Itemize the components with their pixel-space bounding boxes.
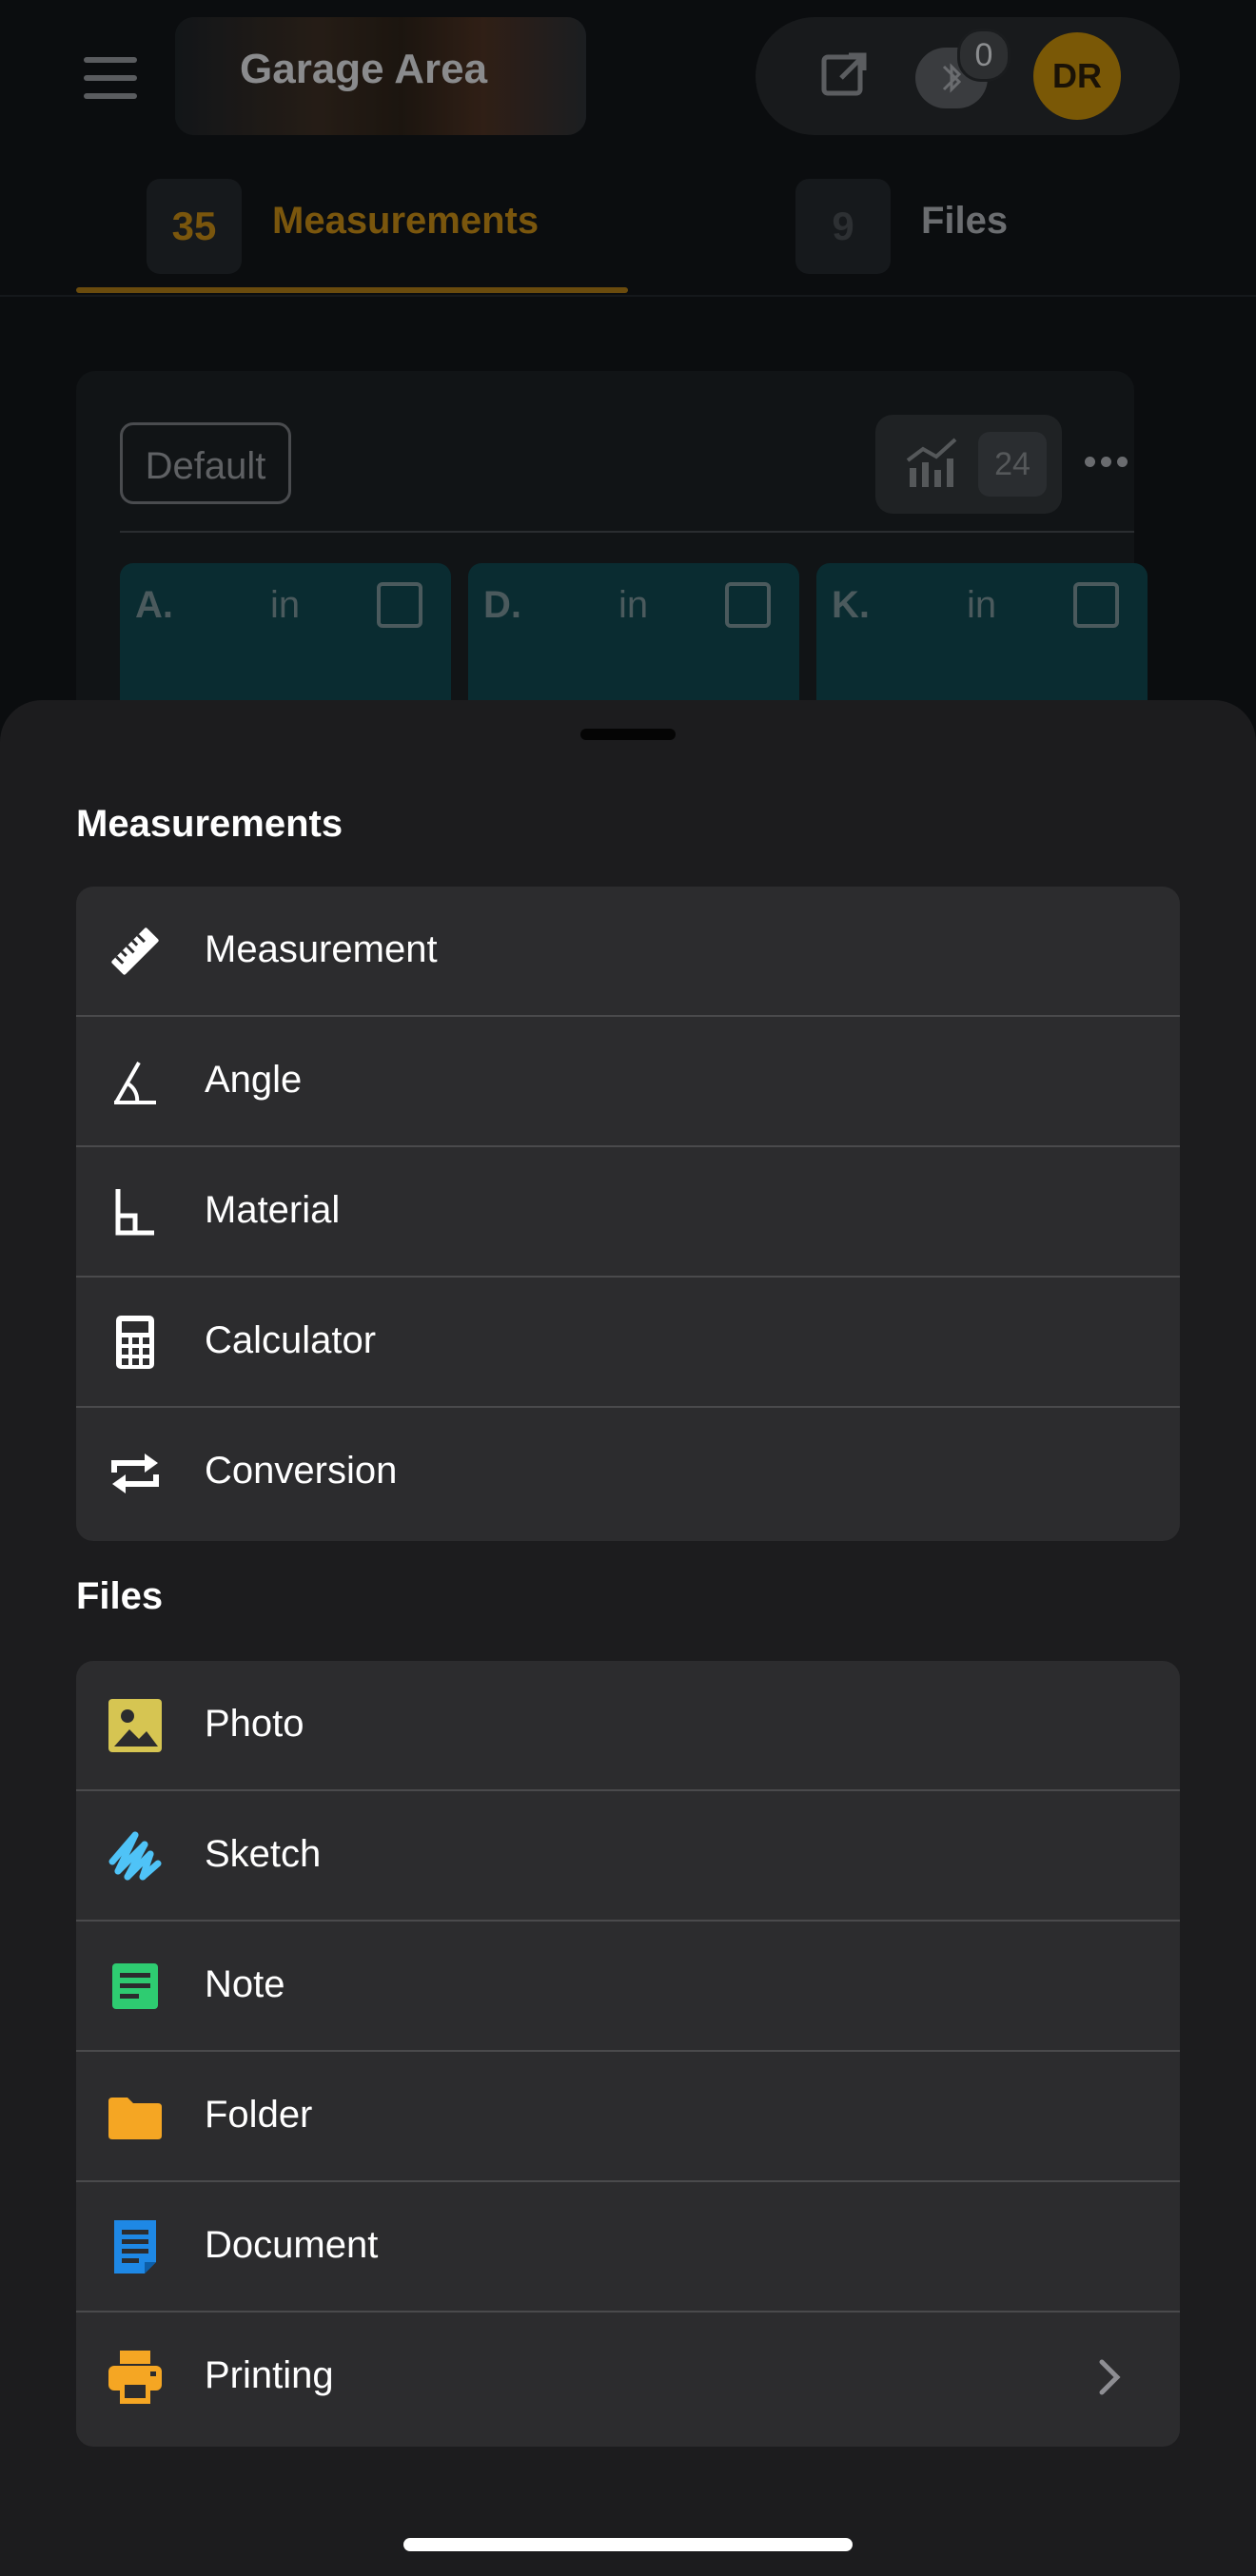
menu-item-label: Material [205,1189,341,1231]
menu-item-label: Conversion [205,1450,398,1492]
export-icon[interactable] [820,51,868,99]
card-unit: in [967,584,997,626]
tab-bar: 35 Measurements 9 Files [0,162,1256,297]
card-letter: D. [483,584,521,626]
home-indicator[interactable] [403,2538,853,2551]
menu-item-label: Printing [205,2354,334,2396]
menu-item-label: Measurement [205,928,438,970]
chart-button[interactable]: 24 [875,415,1062,514]
top-bar: Garage Area 0 DR [0,0,1256,162]
menu-item-label: Folder [205,2094,313,2136]
conversion-icon [111,1454,159,1493]
avatar[interactable]: DR [1033,32,1121,120]
menu-item-sketch[interactable]: Sketch [76,1791,1180,1922]
menu-item-conversion[interactable]: Conversion [76,1408,1180,1538]
angle-icon [114,1062,156,1104]
menu-icon[interactable] [84,57,137,99]
menu-item-label: Document [205,2224,379,2266]
files-list: Photo Sketch Note Folder Document Printi… [76,1661,1180,2447]
card-letter: K. [832,584,870,626]
printer-icon [108,2351,162,2404]
menu-item-material[interactable]: Material [76,1147,1180,1278]
tab-measurements[interactable]: Measurements [272,200,539,243]
card-unit: in [618,584,649,626]
photo-icon [108,1699,162,1752]
document-icon [114,2220,156,2274]
project-title-card[interactable]: Garage Area [175,17,586,135]
divider [120,531,1134,533]
note-icon [112,1963,158,2009]
add-item-sheet: Measurements Measurement Angle Material … [0,700,1256,2576]
project-title: Garage Area [240,46,488,92]
measurements-list: Measurement Angle Material Calculator Co… [76,887,1180,1541]
menu-item-folder[interactable]: Folder [76,2052,1180,2182]
card-unit: in [270,584,301,626]
card-checkbox[interactable] [725,582,771,628]
menu-item-label: Calculator [205,1319,377,1361]
material-corner-icon [115,1189,154,1236]
chart-count: 24 [978,432,1047,497]
calculator-icon [116,1316,154,1369]
more-options-icon[interactable] [1085,455,1133,472]
tab-files-count: 9 [795,179,891,274]
chevron-right-icon [1099,2359,1121,2395]
menu-item-calculator[interactable]: Calculator [76,1278,1180,1408]
menu-item-photo[interactable]: Photo [76,1661,1180,1791]
menu-item-label: Photo [205,1703,304,1745]
card-checkbox[interactable] [1073,582,1119,628]
menu-item-document[interactable]: Document [76,2182,1180,2313]
menu-item-note[interactable]: Note [76,1922,1180,2052]
menu-item-printing[interactable]: Printing [76,2313,1180,2443]
tab-measurements-count: 35 [147,179,242,274]
card-letter: A. [135,584,173,626]
menu-item-measurement[interactable]: Measurement [76,887,1180,1017]
ruler-icon [111,927,159,975]
files-section-title: Files [76,1575,164,1617]
preset-button[interactable]: Default [120,422,291,504]
menu-item-label: Note [205,1963,285,2005]
active-tab-indicator [76,287,628,293]
measurements-section-title: Measurements [76,803,343,845]
card-checkbox[interactable] [377,582,422,628]
bluetooth-count-badge: 0 [957,29,1011,82]
menu-item-angle[interactable]: Angle [76,1017,1180,1147]
tab-files[interactable]: Files [921,200,1008,243]
sketch-icon [108,1831,162,1881]
chart-icon [906,438,957,487]
menu-item-label: Angle [205,1059,303,1101]
folder-icon [108,2098,162,2139]
menu-item-label: Sketch [205,1833,322,1875]
sheet-grabber[interactable] [580,729,676,740]
